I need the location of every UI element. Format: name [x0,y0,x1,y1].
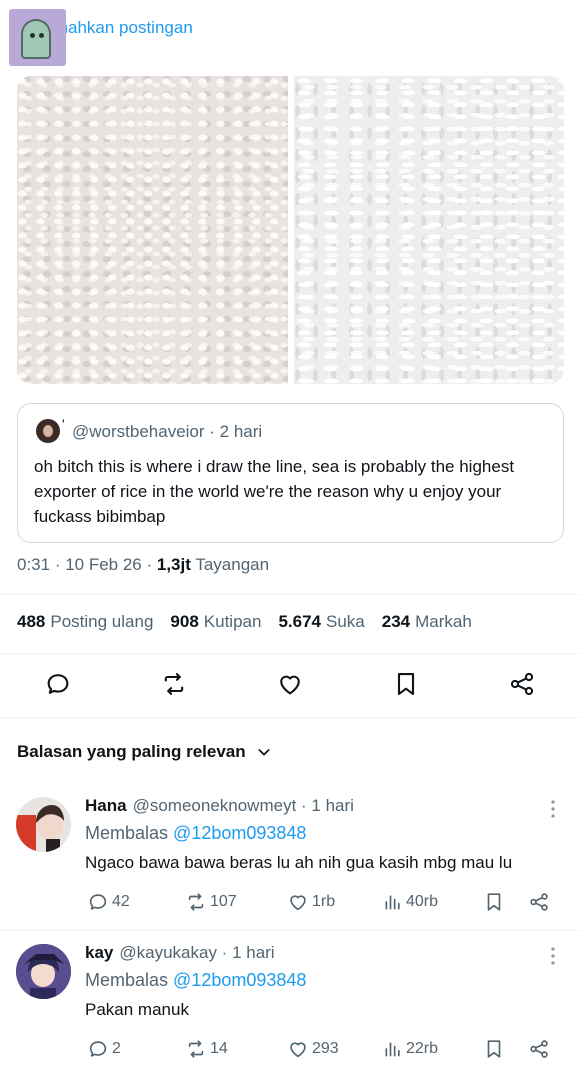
view-count: 22rb [406,1040,439,1057]
divider [0,930,580,931]
post-time: 0:31 [17,555,51,574]
share-icon[interactable] [508,670,536,698]
reply-text: Pakan manuk [85,1000,189,1019]
bookmarks-stat[interactable]: 234 Markah [382,612,472,632]
ghost-eye [30,33,35,38]
reply-action-bar: 2 14 293 22rb [85,1036,565,1062]
bookmark-icon[interactable] [392,670,420,698]
divider [0,594,580,595]
reply-author: kay @kayukakay · 1 hari [85,943,275,962]
reply-count: 42 [112,893,130,910]
likes-stat[interactable]: 5.674 Suka [278,612,364,632]
replying-to-handle[interactable]: @12bom093848 [173,970,306,990]
like-icon [290,895,306,911]
view-count: 40rb [406,893,439,910]
reply-post[interactable]: kay @kayukakay · 1 hari Membalas @12bom09… [0,932,580,1077]
divider [0,653,580,654]
bookmark-icon[interactable] [483,1036,505,1062]
like-icon[interactable] [276,670,304,698]
more-options-icon[interactable] [546,946,560,966]
reply-author: Hana @someoneknowmeyt · 1 hari [85,796,354,815]
like-count: 293 [312,1040,339,1057]
share-icon[interactable] [528,1036,550,1062]
sort-label: Balasan yang paling relevan [17,742,246,761]
author-name[interactable]: Hana [85,796,127,815]
quoted-post[interactable]: ' @worstbehaveior · 2 hari oh bitch this… [17,403,564,543]
author-name[interactable]: kay [85,943,113,962]
reply-time: 1 hari [232,943,275,962]
like-button[interactable]: 293 [287,1036,339,1062]
avatar[interactable] [16,797,71,852]
quotes-stat[interactable]: 908 Kutipan [170,612,261,632]
repost-icon [188,1040,204,1058]
reply-count: 2 [112,1040,121,1057]
sticker-image [9,9,66,66]
repost-button[interactable]: 107 [185,889,237,915]
ghost-eye [39,33,44,38]
reposts-stat[interactable]: 488 Posting ulang [17,612,153,632]
repost-icon[interactable] [160,670,188,698]
reply-post[interactable]: Hana @someoneknowmeyt · 1 hari Membalas @… [0,785,580,930]
views-label: Tayangan [195,555,270,574]
like-count: 1rb [312,893,336,910]
bookmark-icon[interactable] [483,889,505,915]
quoted-time: 2 hari [219,422,263,441]
more-options-icon[interactable] [546,799,560,819]
avatar-badge-dot: ' [62,416,65,432]
post-stats: 488 Posting ulang 908 Kutipan 5.674 Suka 23… [17,612,489,632]
analytics-icon [385,1042,400,1057]
views-button[interactable]: 22rb [383,1036,438,1062]
post-action-bar [0,660,580,710]
quoted-text: oh bitch this is where i draw the line, … [34,457,515,526]
ghost-figure [21,19,51,59]
like-icon [290,1042,306,1058]
share-icon[interactable] [528,889,550,915]
quoted-handle: @worstbehaveior [72,422,205,441]
post-media [17,76,564,384]
reply-sort-dropdown[interactable]: Balasan yang paling relevan [17,742,272,762]
post-date: 10 Feb 26 [65,555,142,574]
replying-prefix: Membalas [85,970,169,990]
reply-time: 1 hari [311,796,354,815]
reply-button[interactable]: 42 [87,889,130,915]
quoted-header: @worstbehaveior · 2 hari [72,422,263,441]
divider [0,717,580,718]
chevron-down-icon [256,744,272,760]
reply-icon [89,894,107,910]
post-meta: 0:31 · 10 Feb 26 · 1,3jt Tayangan [17,555,270,574]
avatar[interactable] [16,944,71,999]
views-button[interactable]: 40rb [383,889,438,915]
short-grain-rice-photo[interactable] [17,76,288,384]
reply-icon[interactable] [44,670,72,698]
author-handle[interactable]: @someoneknowmeyt [133,796,297,815]
replying-prefix: Membalas [85,823,169,843]
reply-action-bar: 42 107 1rb 40rb [85,889,565,915]
analytics-icon [385,895,400,910]
repost-icon [188,893,204,911]
like-button[interactable]: 1rb [287,889,335,915]
views-count: 1,3jt [156,555,191,574]
repost-count: 14 [210,1040,228,1057]
replying-to-handle[interactable]: @12bom093848 [173,823,306,843]
reply-icon [89,1041,107,1057]
replying-to: Membalas @12bom093848 [85,823,306,844]
reply-button[interactable]: 2 [87,1036,121,1062]
replying-to: Membalas @12bom093848 [85,970,306,991]
repost-count: 107 [210,893,237,910]
repost-button[interactable]: 14 [185,1036,228,1062]
quoted-avatar [36,419,60,443]
long-grain-rice-photo[interactable] [293,76,564,384]
reply-text: Ngaco bawa bawa beras lu ah nih gua kasi… [85,853,513,872]
author-handle[interactable]: @kayukakay [119,943,217,962]
